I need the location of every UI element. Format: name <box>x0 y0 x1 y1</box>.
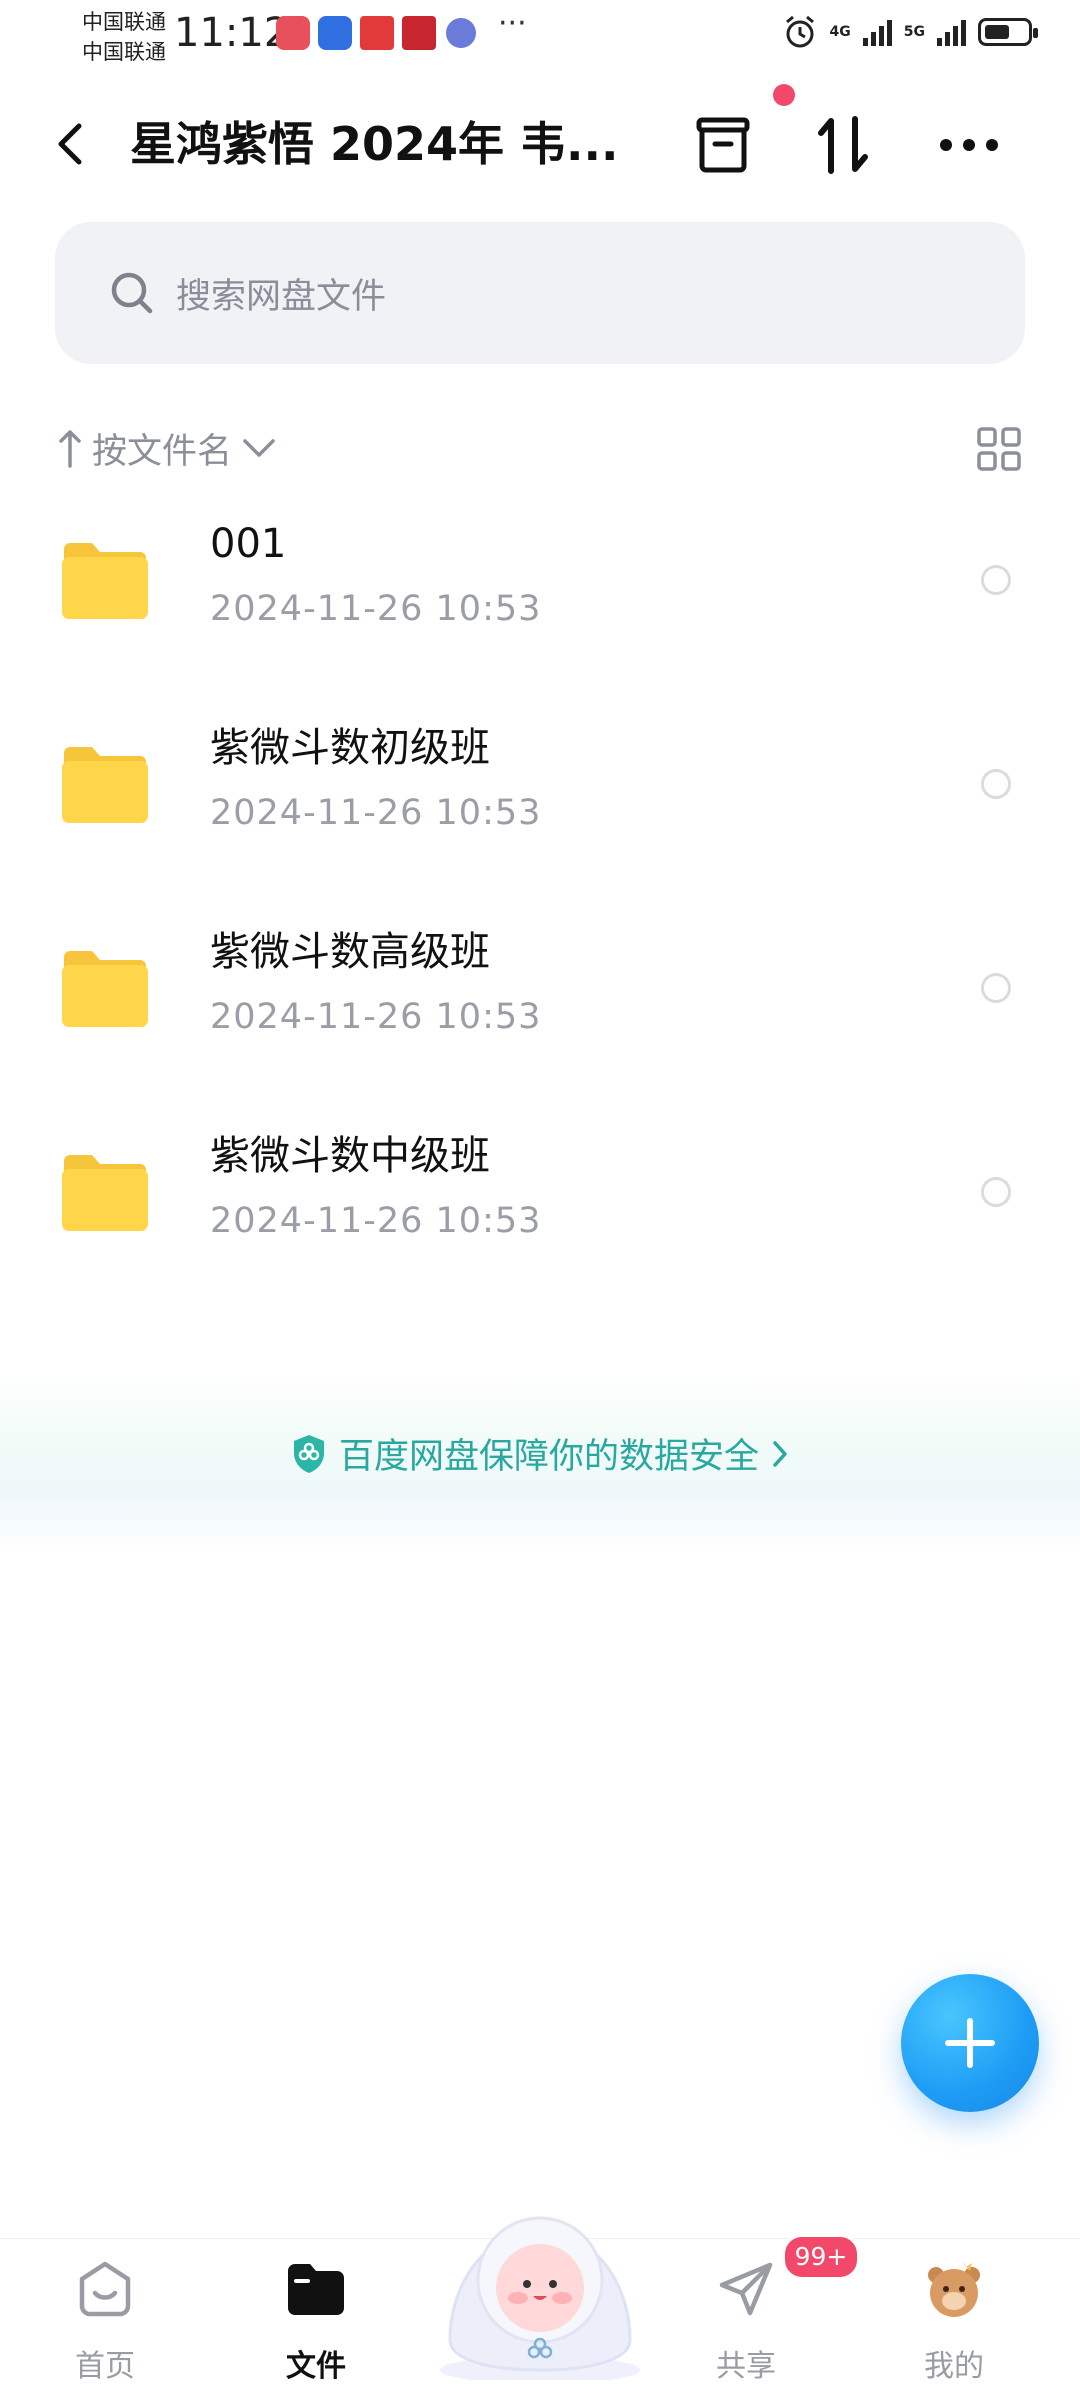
network-type-label: 4G <box>829 24 851 40</box>
list-item[interactable]: 001 2024-11-26 10:53 <box>0 484 1080 688</box>
file-date: 2024-11-26 10:53 <box>210 1201 542 1241</box>
file-name: 001 <box>210 521 287 567</box>
box-icon <box>696 117 750 173</box>
list-item[interactable]: 紫微斗数中级班 2024-11-26 10:53 <box>0 1096 1080 1300</box>
signal-icon <box>937 18 966 46</box>
app-notification-icon <box>318 16 352 50</box>
shield-icon <box>293 1434 324 1473</box>
signal-icon <box>862 18 892 46</box>
status-clock: 11:12 <box>174 10 290 56</box>
security-banner[interactable]: 百度网盘保障你的数据安全 <box>0 1372 1080 1550</box>
sort-selector[interactable]: 按文件名 <box>58 420 276 476</box>
app-notification-icon <box>276 16 310 50</box>
share-badge: 99+ <box>782 2234 860 2280</box>
chevron-left-icon <box>58 123 82 165</box>
nav-label: 共享 <box>716 2349 776 2384</box>
battery-icon <box>978 18 1038 46</box>
plus-icon <box>945 2018 995 2068</box>
swap-vertical-icon <box>818 116 868 174</box>
chevron-down-icon <box>243 439 275 457</box>
mascot-icon <box>440 2216 640 2384</box>
search-input[interactable]: 搜索网盘文件 <box>55 222 1025 364</box>
select-checkbox[interactable] <box>981 1177 1011 1207</box>
list-item[interactable]: 紫微斗数初级班 2024-11-26 10:53 <box>0 688 1080 892</box>
list-item[interactable]: 紫微斗数高级班 2024-11-26 10:53 <box>0 892 1080 1096</box>
nav-label: 我的 <box>924 2349 984 2384</box>
more-horizontal-icon <box>940 139 998 151</box>
notification-dot <box>773 84 795 106</box>
book-icon <box>360 16 394 50</box>
add-button[interactable] <box>901 1974 1039 2112</box>
search-icon <box>108 269 156 317</box>
app-notification-icon <box>402 16 436 50</box>
sort-transfer-button[interactable] <box>808 110 878 180</box>
system-icons: 4G 5G <box>782 14 1038 50</box>
select-checkbox[interactable] <box>981 973 1011 1003</box>
page-title: 星鸿紫悟 2024年 韦... <box>130 117 619 171</box>
folder-icon <box>62 747 148 823</box>
network-type-label: 5G <box>903 24 925 40</box>
home-icon <box>73 2257 137 2321</box>
more-options-button[interactable] <box>934 110 1004 180</box>
alarm-icon <box>785 15 814 48</box>
grid-view-button[interactable] <box>976 426 1022 472</box>
battery-level <box>985 25 1009 39</box>
file-name: 紫微斗数中级班 <box>210 1133 490 1179</box>
folder-icon <box>62 1155 148 1231</box>
folder-icon <box>284 2257 348 2321</box>
music-icon <box>446 18 476 48</box>
back-button[interactable] <box>48 112 92 176</box>
file-name: 紫微斗数初级班 <box>210 725 490 771</box>
nav-item-home[interactable]: 首页 <box>25 2257 185 2397</box>
transfer-list-button[interactable] <box>688 110 758 180</box>
assistant-mascot-button[interactable] <box>430 2180 650 2384</box>
security-banner-text: 百度网盘保障你的数据安全 <box>338 1437 759 1477</box>
file-date: 2024-11-26 10:53 <box>210 589 542 629</box>
select-checkbox[interactable] <box>981 769 1011 799</box>
more-notifications-icon: ··· <box>498 6 527 41</box>
file-date: 2024-11-26 10:53 <box>210 997 542 1037</box>
folder-icon <box>62 543 148 619</box>
carrier-label-2: 中国联通 <box>82 40 166 64</box>
nav-item-profile[interactable]: 我的 <box>874 2257 1034 2397</box>
file-date: 2024-11-26 10:53 <box>210 793 542 833</box>
chevron-right-icon <box>773 1440 787 1467</box>
file-name: 紫微斗数高级班 <box>210 929 490 975</box>
carrier-label-1: 中国联通 <box>82 10 166 34</box>
search-placeholder: 搜索网盘文件 <box>176 276 387 317</box>
nav-label: 文件 <box>286 2349 346 2384</box>
grid-icon <box>977 427 1021 471</box>
send-icon <box>714 2257 778 2321</box>
nav-label: 首页 <box>75 2349 135 2384</box>
folder-icon <box>62 951 148 1027</box>
status-bar: 中国联通 中国联通 11:12 ··· 4G 5G <box>0 0 1080 70</box>
select-checkbox[interactable] <box>981 565 1011 595</box>
nav-item-files[interactable]: 文件 <box>236 2257 396 2397</box>
arrow-up-icon <box>59 430 81 468</box>
sort-label: 按文件名 <box>92 431 233 472</box>
avatar-icon <box>922 2257 986 2321</box>
